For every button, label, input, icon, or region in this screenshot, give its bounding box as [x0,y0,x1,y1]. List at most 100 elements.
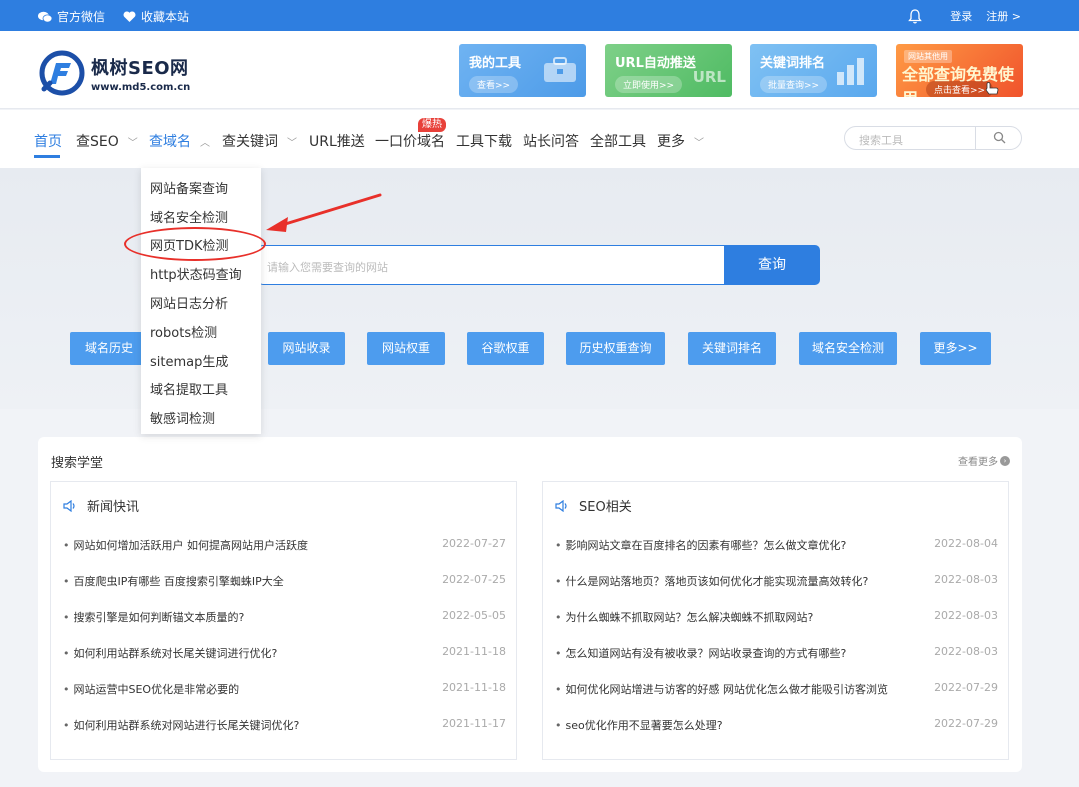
panel-title: 新闻快讯 [87,500,140,515]
quick-button-weight-history[interactable]: 历史权重查询 [566,332,665,365]
item-title: 怎么知道网站有没有被收录？网站收录查询的方式有哪些? [555,645,847,661]
search-icon[interactable] [993,131,1006,144]
logo-name: 枫树SEO网 [91,57,189,79]
nav-label: 工具下载 [456,134,512,150]
nav-item-fixed-price-domain[interactable]: 一口价域名 [375,131,445,151]
toolbox-icon [544,57,576,82]
view-more-link[interactable]: 查看更多 › [958,453,1010,468]
item-title: 如何利用站群系统对长尾关键词进行优化? [63,645,278,661]
nav-label: 全部工具 [590,134,646,150]
card-title: 搜索学堂 [51,456,104,471]
view-more-label: 查看更多 [958,457,998,468]
main-nav: 首页 查SEO ﹀ 查域名 ︿ 查关键词 ﹀ URL推送 一口价域名 爆热 工具下载 … [0,110,1079,168]
item-title: 网站如何增加活跃用户 如何提高网站用户活跃度 [63,537,309,553]
quick-button-google-weight[interactable]: 谷歌权重 [467,332,544,365]
dropdown-item-sensitive-words[interactable]: 敏感词检测 [150,408,215,427]
item-date: 2022-07-25 [442,573,506,586]
dropdown-item-log-analysis[interactable]: 网站日志分析 [150,293,228,312]
item-date: 2021-11-17 [442,717,506,730]
site-logo[interactable]: 枫树SEO网 www.md5.com.cn [38,49,190,97]
header: 枫树SEO网 www.md5.com.cn 我的工具 查看>> URL自动推送 … [0,31,1079,109]
wechat-link[interactable]: 官方微信 [38,8,105,25]
favorite-label: 收藏本站 [141,10,190,24]
banner-free-use[interactable]: 网站其他用 全部查询免费使用 点击查看>> [896,44,1023,97]
nav-item-tool-download[interactable]: 工具下载 [456,131,512,151]
item-date: 2022-05-05 [442,609,506,622]
nav-item-qa[interactable]: 站长问答 [523,131,579,151]
nav-item-seo[interactable]: 查SEO ﹀ [76,131,138,151]
banner-title: URL自动推送 [615,56,696,71]
dropdown-item-http-status[interactable]: http状态码查询 [150,264,242,283]
item-date: 2021-11-18 [442,681,506,694]
hot-badge: 爆热 [418,118,446,132]
item-date: 2021-11-18 [442,645,506,658]
bell-icon[interactable] [908,8,923,24]
wechat-label: 官方微信 [57,10,106,24]
banner-my-tools[interactable]: 我的工具 查看>> [459,44,586,97]
nav-item-domain[interactable]: 查域名 ︿ [149,131,210,151]
site-query-input[interactable]: 请输入您需要查询的网站 [258,245,724,285]
dropdown-item-robots-check[interactable]: robots检测 [150,322,217,341]
item-title: 百度爬虫IP有哪些 百度搜索引擎蜘蛛IP大全 [63,573,284,589]
tool-search-placeholder: 搜索工具 [859,134,903,147]
panel-header: SEO相关 [555,496,632,515]
nav-item-keyword[interactable]: 查关键词 ﹀ [222,131,297,151]
nav-label: 查SEO [76,134,119,150]
banner-title: 我的工具 [469,56,522,71]
banner-keyword-rank[interactable]: 关键词排名 批量查询>> [750,44,877,97]
seo-panel: SEO相关 影响网站文章在百度排名的因素有哪些？怎么做文章优化? 2022-08-… [542,481,1009,760]
panel-title: SEO相关 [579,500,632,515]
banner-title: 关键词排名 [760,56,826,71]
quick-button-more[interactable]: 更多>> [920,332,991,365]
query-button[interactable]: 查询 [724,245,820,285]
login-link[interactable]: 登录 [950,8,972,24]
search-school-card: 搜索学堂 查看更多› 新闻快讯 网站如何增加活跃用户 如何提高网站用户活跃度 20… [38,437,1022,772]
dropdown-item-domain-security[interactable]: 域名安全检测 [150,207,228,226]
speaker-icon [63,499,75,512]
nav-item-url-push[interactable]: URL推送 [309,131,365,151]
speaker-icon [555,499,567,512]
nav-item-all-tools[interactable]: 全部工具 [590,131,646,151]
domain-dropdown-menu: 网站备案查询 域名安全检测 网页TDK检测 http状态码查询 网站日志分析 r… [141,168,261,434]
chevron-down-icon: ﹀ [127,137,138,149]
banner-url-push[interactable]: URL自动推送 立即使用>> URL [605,44,732,97]
panel-header: 新闻快讯 [63,496,139,515]
item-date: 2022-07-29 [934,681,998,694]
nav-label: 站长问答 [523,134,579,150]
nav-label: 查域名 [149,134,191,150]
banner-button: 查看>> [469,76,519,93]
favorite-link[interactable]: 收藏本站 [123,8,189,25]
hand-cursor-icon [985,82,999,95]
bar-chart-icon [837,58,864,85]
logo-mark-icon [39,50,85,96]
dropdown-item-icp-lookup[interactable]: 网站备案查询 [150,178,228,197]
item-date: 2022-07-29 [934,717,998,730]
chevron-down-icon: ﹀ [287,137,297,149]
banner-button: 批量查询>> [760,76,828,93]
nav-active-underline [34,155,60,158]
nav-item-more[interactable]: 更多 ﹀ [657,131,704,151]
divider [975,127,976,149]
item-date: 2022-07-27 [442,537,506,550]
quick-button-site-weight[interactable]: 网站权重 [367,332,445,365]
quick-button-domain-history[interactable]: 域名历史 [70,332,148,365]
arrow-right-icon: › [1000,455,1010,466]
top-bar: 官方微信 收藏本站 登录 注册 > [0,0,1079,31]
quick-button-keyword-rank[interactable]: 关键词排名 [688,332,776,365]
dropdown-item-sitemap[interactable]: sitemap生成 [150,351,228,370]
logo-url: www.md5.com.cn [91,81,191,93]
item-title: 如何利用站群系统对网站进行长尾关键词优化? [63,717,300,733]
nav-item-home[interactable]: 首页 [34,131,62,151]
nav-label: URL推送 [309,134,365,150]
item-date: 2022-08-04 [934,537,998,550]
tool-search-box[interactable]: 搜索工具 [844,126,1022,150]
register-link[interactable]: 注册 > [986,8,1021,24]
item-title: 如何优化网站增进与访客的好感 网站优化怎么做才能吸引访客浏览 [555,681,889,697]
dropdown-item-domain-extract[interactable]: 域名提取工具 [150,379,228,398]
site-query-placeholder: 请输入您需要查询的网站 [267,261,388,274]
quick-button-site-index[interactable]: 网站收录 [268,332,345,365]
item-title: 搜索引擎是如何判断锚文本质量的? [63,609,245,625]
nav-label: 更多 [657,134,685,150]
quick-button-domain-security[interactable]: 域名安全检测 [799,332,897,365]
heart-icon [123,10,136,22]
